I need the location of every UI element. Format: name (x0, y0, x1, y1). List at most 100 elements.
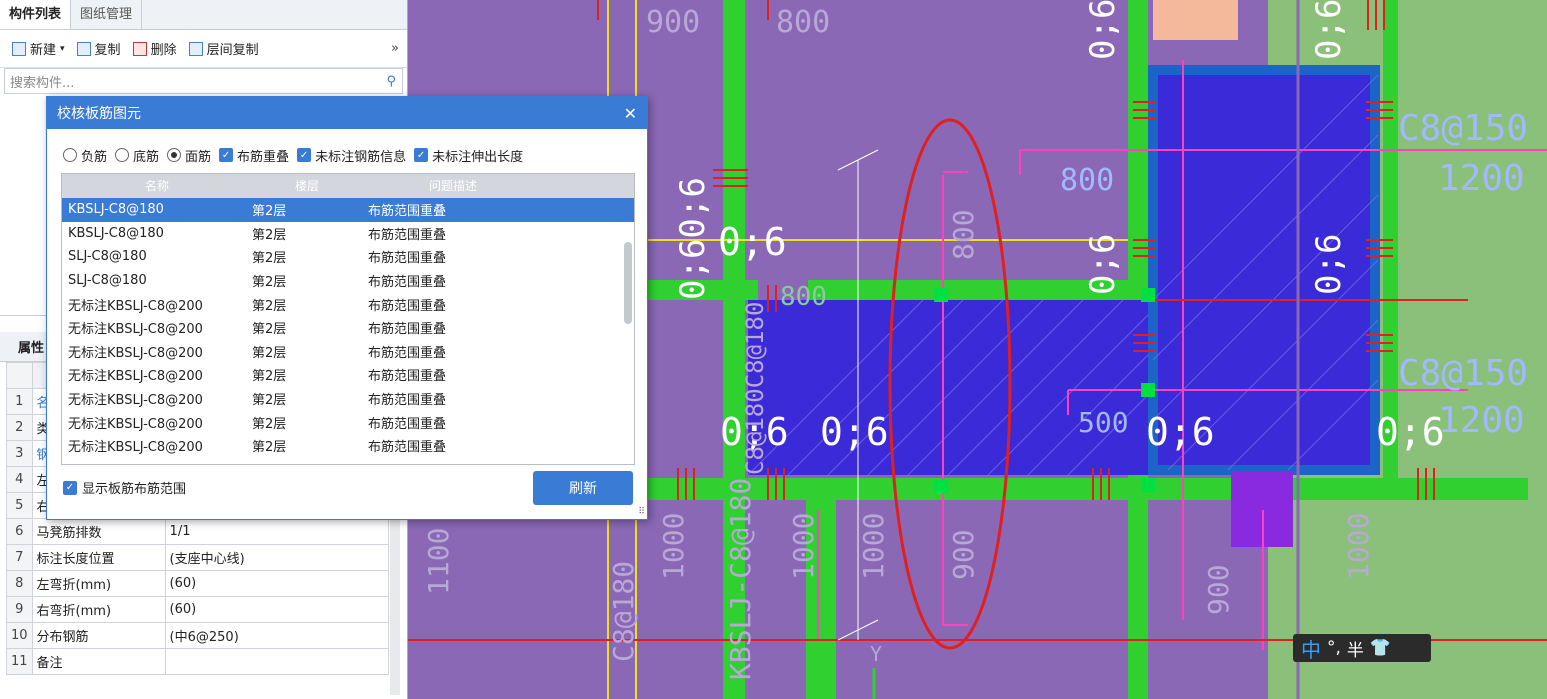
table-row[interactable]: 无标注KBSLJ-C8@200 第2层 布筋范围重叠 (62, 363, 634, 387)
delete-button[interactable]: 删除 (132, 39, 177, 58)
cell-name: 无标注KBSLJ-C8@200 (68, 345, 203, 361)
radio-bottom-rebar[interactable]: 底筋 (115, 146, 159, 165)
cell-name: 无标注KBSLJ-C8@200 (68, 298, 203, 314)
ime-toolbar[interactable]: 中 °, 半 👕 (1293, 634, 1431, 662)
delete-icon (132, 41, 147, 56)
rebar-label: C8@180C8@180 (741, 302, 769, 475)
checkbox-checked-icon: ✓ (414, 148, 429, 162)
cell-name: KBSLJ-C8@180 (68, 225, 164, 241)
cell-desc: 布筋范围重叠 (368, 298, 447, 314)
checkbox-unmarked-info[interactable]: ✓ 未标注钢筋信息 (297, 146, 406, 165)
cell-floor: 第2层 (252, 440, 287, 456)
checkbox-overlap[interactable]: ✓ 布筋重叠 (219, 146, 289, 165)
dim-label: 0;6 (1309, 0, 1349, 60)
new-icon (12, 41, 26, 56)
cell-desc: 布筋范围重叠 (368, 440, 447, 456)
dropdown-arrow-icon: ▾ (60, 43, 65, 54)
table-row[interactable]: 无标注KBSLJ-C8@200 第2层 布筋范围重叠 (62, 292, 634, 316)
copy-button[interactable]: 复制 (76, 39, 121, 58)
dim-label: 0;60;6 (673, 177, 713, 300)
refresh-button[interactable]: 刷新 (533, 471, 633, 505)
component-toolbar: 新建 ▾ 复制 删除 层间复制 » (0, 30, 407, 68)
table-row[interactable]: 无标注KBSLJ-C8@200 第2层 布筋范围重叠 (62, 387, 634, 411)
tab-drawing-management[interactable]: 图纸管理 (71, 0, 143, 29)
dim-label: 900 (1202, 564, 1235, 615)
close-icon[interactable]: ✕ (624, 104, 637, 123)
table-row[interactable]: SLJ-C8@180 第2层 布筋范围重叠 (62, 269, 634, 293)
axis-y-label: Y (870, 642, 882, 666)
dim-label: 900 (646, 5, 700, 40)
cell-name: SLJ-C8@180 (68, 249, 147, 265)
table-row[interactable]: 7 标注长度位置 (支座中心线) (6, 544, 390, 571)
table-row[interactable]: 9 右弯折(mm) (60) (6, 596, 390, 623)
dim-label: 500 (1078, 406, 1129, 439)
table-row[interactable]: 无标注KBSLJ-C8@200 第2层 布筋范围重叠 (62, 410, 634, 434)
checkbox-show-range[interactable]: ✓ 显示板筋布筋范围 (63, 478, 186, 497)
floor-copy-icon (188, 41, 203, 56)
table-row[interactable]: 无标注KBSLJ-C8@200 第2层 布筋范围重叠 (62, 434, 634, 458)
cell-desc: 布筋范围重叠 (368, 369, 447, 385)
cell-desc: 布筋范围重叠 (368, 204, 447, 220)
copy-icon (76, 41, 91, 56)
dim-label: 1000 (1342, 513, 1375, 580)
cell-desc: 布筋范围重叠 (368, 416, 447, 432)
table-row[interactable]: 8 左弯折(mm) (60) (6, 570, 390, 597)
dim-label: 900 (947, 529, 980, 580)
cell-name: 无标注KBSLJ-C8@200 (68, 440, 203, 456)
floor-copy-button[interactable]: 层间复制 (188, 39, 259, 58)
cell-floor: 第2层 (252, 298, 287, 314)
dim-label: 1000 (857, 513, 890, 580)
checkbox-unmarked-length[interactable]: ✓ 未标注伸出长度 (414, 146, 523, 165)
ime-mode-toggle[interactable]: 中 (1301, 634, 1321, 663)
column-header-description[interactable]: 问题描述 (362, 174, 544, 198)
dim-label: 0;6 (1376, 410, 1445, 454)
column-header-name[interactable]: 名称 (62, 174, 252, 198)
check-rebar-dialog: 校核板筋图元 ✕ 负筋 底筋 面筋 ✓ 布筋重叠 ✓ 未标注钢筋信息 ✓ 未标注伸出长… (46, 96, 648, 520)
table-row[interactable]: KBSLJ-C8@180 第2层 布筋范围重叠 (62, 198, 634, 222)
cell-desc: 布筋范围重叠 (368, 227, 447, 243)
checkbox-checked-icon: ✓ (219, 148, 234, 162)
component-search-input[interactable]: 搜索构件... ⚲ (4, 68, 403, 94)
cell-name: KBSLJ-C8@180 (68, 202, 164, 218)
cell-floor: 第2层 (252, 393, 287, 409)
dialog-titlebar[interactable]: 校核板筋图元 ✕ (47, 97, 647, 129)
cell-floor: 第2层 (252, 369, 287, 385)
issue-table: 名称 楼层 问题描述 KBSLJ-C8@180 第2层 布筋范围重叠 KBSLJ-C8… (61, 173, 635, 465)
panel-tabs: 构件列表 图纸管理 (0, 0, 407, 30)
resize-grip-icon[interactable]: ⠿ (638, 507, 645, 517)
dim-label: 1000 (787, 513, 820, 580)
ime-skin-icon[interactable]: 👕 (1370, 638, 1391, 658)
cell-desc: 布筋范围重叠 (368, 393, 447, 409)
table-scrollbar[interactable] (624, 242, 632, 324)
table-header: 名称 楼层 问题描述 (62, 174, 634, 198)
table-row[interactable]: 无标注KBSLJ-C8@200 第2层 布筋范围重叠 (62, 340, 634, 364)
cell-desc: 布筋范围重叠 (368, 275, 447, 291)
cell-floor: 第2层 (252, 204, 287, 220)
radio-icon (115, 148, 130, 162)
checkbox-checked-icon: ✓ (63, 480, 77, 495)
table-row[interactable]: 无标注KBSLJ-C8@200 第2层 布筋范围重叠 (62, 316, 634, 340)
radio-negative-rebar[interactable]: 负筋 (63, 146, 107, 165)
dim-label: 0;6 (1083, 234, 1123, 295)
radio-top-rebar[interactable]: 面筋 (167, 146, 211, 165)
dim-label: 800 (1060, 163, 1114, 198)
cell-floor: 第2层 (252, 322, 287, 338)
table-row[interactable]: 6 马凳筋排数 1/1 (6, 518, 390, 545)
table-row[interactable]: KBSLJ-C8@180 第2层 布筋范围重叠 (62, 222, 634, 246)
search-icon[interactable]: ⚲ (386, 74, 396, 89)
column-header-floor[interactable]: 楼层 (252, 174, 362, 198)
dim-label: 800 (780, 282, 827, 312)
table-row[interactable]: SLJ-C8@180 第2层 布筋范围重叠 (62, 245, 634, 269)
table-row[interactable]: 10 分布钢筋 (中6@250) (6, 622, 390, 649)
tab-component-list[interactable]: 构件列表 (0, 0, 72, 29)
radio-checked-icon (167, 148, 182, 162)
toolbar-more-icon[interactable]: » (391, 41, 399, 56)
radio-icon (63, 148, 77, 162)
table-row[interactable]: 11 备注 (6, 648, 390, 675)
cell-desc: 布筋范围重叠 (368, 322, 447, 338)
dim-label: 800 (776, 5, 830, 40)
ime-punctuation-toggle[interactable]: °, (1327, 638, 1341, 658)
ime-width-toggle[interactable]: 半 (1347, 636, 1364, 661)
cell-name: 无标注KBSLJ-C8@200 (68, 393, 203, 409)
new-button[interactable]: 新建 ▾ (12, 39, 65, 58)
